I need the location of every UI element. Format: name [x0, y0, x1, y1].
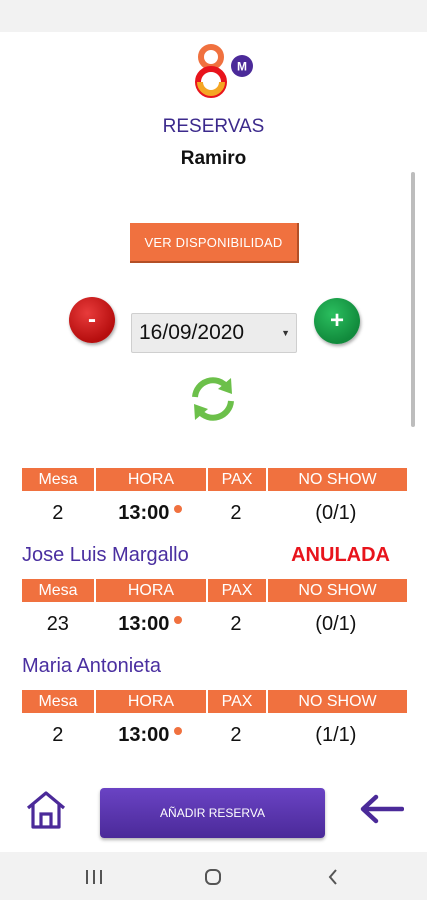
hora-cell: 13:00	[96, 724, 205, 747]
hora-cell: 13:00	[96, 613, 205, 636]
minus-icon: -	[88, 306, 96, 333]
no-show-value: (0/1)	[315, 612, 357, 635]
svg-text:M: M	[237, 60, 247, 74]
header-pax: PAX	[208, 579, 266, 602]
scrollbar[interactable]	[411, 172, 415, 427]
header-mesa: Mesa	[22, 468, 94, 491]
table-row: 2 13:00 2 (1/1)	[22, 713, 407, 757]
header-mesa: Mesa	[22, 690, 94, 713]
recent-apps-icon[interactable]	[79, 862, 109, 892]
table-row: 23 13:00 2 (0/1)	[22, 602, 407, 646]
dropdown-caret-icon: ▼	[281, 328, 290, 338]
header-hora: HORA	[96, 690, 206, 713]
status-dot-icon	[174, 727, 183, 735]
hora-value: 13:00	[118, 612, 170, 635]
app-screen: M RESERVAS Ramiro VER DISPONIBILIDAD - 1…	[0, 0, 427, 900]
header-pax: PAX	[208, 690, 266, 713]
guest-name: Jose Luis Margallo	[22, 544, 189, 566]
reservation-card[interactable]: Mesa HORA PAX NO SHOW 23 13:00 2 (0/1)	[22, 579, 407, 646]
home-icon[interactable]	[24, 788, 68, 832]
table-row: 2 13:00 2 (0/1)	[22, 491, 407, 535]
hora-cell: 13:00	[96, 502, 205, 525]
user-name: Ramiro	[180, 148, 247, 169]
header-pax: PAX	[208, 468, 266, 491]
header-no-show: NO SHOW	[268, 579, 407, 602]
table-header: Mesa HORA PAX NO SHOW	[22, 579, 407, 602]
mesa-value: 2	[52, 723, 64, 746]
date-select[interactable]: 16/09/2020 ▼	[131, 313, 297, 353]
back-arrow-icon[interactable]	[358, 793, 404, 825]
system-back-icon[interactable]	[318, 862, 348, 892]
guest-name: Maria Antonieta	[22, 655, 161, 677]
next-day-button[interactable]: +	[314, 298, 360, 344]
status-bar	[0, 0, 427, 32]
table-header: Mesa HORA PAX NO SHOW	[22, 468, 407, 491]
header-mesa: Mesa	[22, 579, 94, 602]
mesa-value: 23	[46, 612, 69, 635]
app-logo: M	[195, 44, 253, 98]
header-no-show: NO SHOW	[268, 468, 407, 491]
pax-value: 2	[230, 501, 242, 524]
header-hora: HORA	[96, 468, 206, 491]
reservation-card[interactable]: Mesa HORA PAX NO SHOW 2 13:00 2 (0/1)	[22, 468, 407, 535]
ver-disponibilidad-button[interactable]: VER DISPONIBILIDAD	[130, 223, 299, 263]
status-dot-icon	[174, 616, 183, 624]
status-label: ANULADA	[291, 544, 390, 566]
header-no-show: NO SHOW	[268, 690, 407, 713]
status-dot-icon	[174, 505, 183, 513]
system-home-icon[interactable]	[198, 862, 228, 892]
hora-value: 13:00	[118, 723, 170, 746]
pax-value: 2	[230, 723, 242, 746]
table-header: Mesa HORA PAX NO SHOW	[22, 690, 407, 713]
pax-value: 2	[230, 612, 242, 635]
reservation-card[interactable]: Mesa HORA PAX NO SHOW 2 13:00 2 (1/1)	[22, 690, 407, 757]
system-navigation-bar	[0, 852, 427, 900]
refresh-icon[interactable]	[187, 374, 239, 424]
date-value: 16/09/2020	[139, 321, 245, 344]
no-show-value: (0/1)	[315, 501, 357, 524]
mesa-value: 2	[52, 501, 64, 524]
plus-icon: +	[329, 307, 344, 334]
header-hora: HORA	[96, 579, 206, 602]
no-show-value: (1/1)	[315, 723, 357, 746]
add-reservation-button[interactable]: AÑADIR RESERVA	[100, 788, 325, 838]
hora-value: 13:00	[118, 501, 170, 524]
previous-day-button[interactable]: -	[69, 297, 115, 343]
page-title: RESERVAS	[162, 116, 265, 137]
